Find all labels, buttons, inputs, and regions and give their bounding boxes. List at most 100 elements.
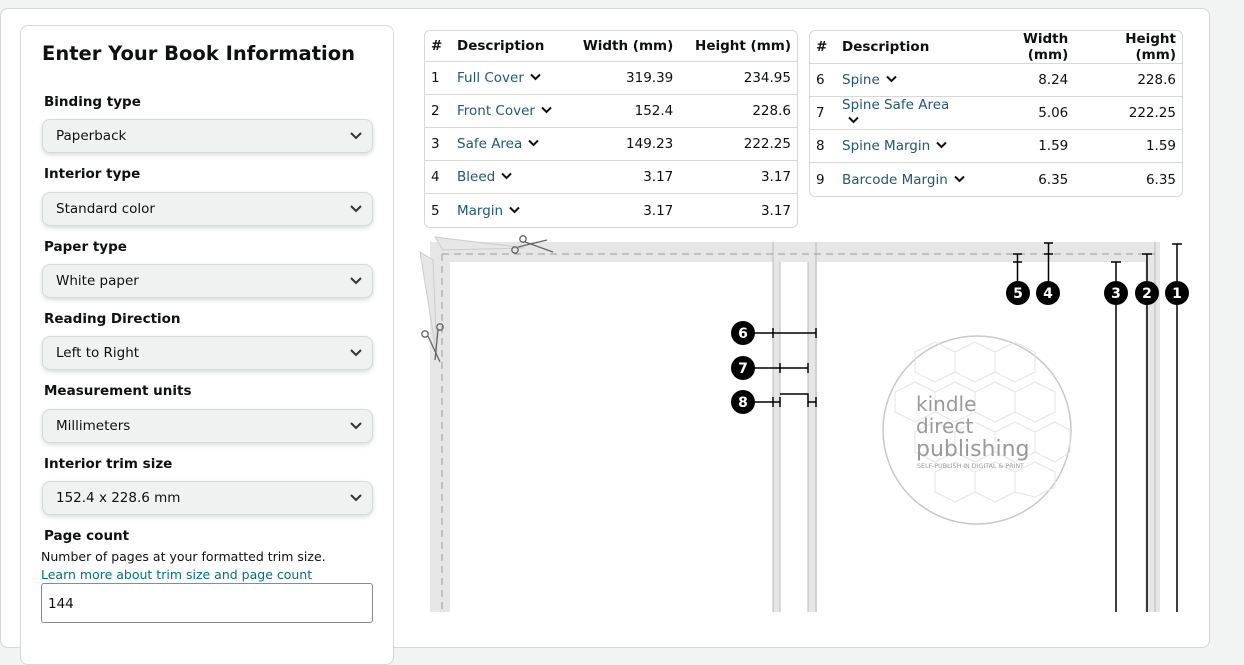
row-width: 3.17 [567, 161, 680, 194]
col-num-header: # [425, 31, 451, 62]
paper-type-label: Paper type [44, 239, 127, 255]
trim-size-label: Interior trim size [44, 456, 173, 472]
chevron-down-icon [886, 75, 897, 83]
row-width: 1.59 [972, 130, 1075, 163]
row-height: 3.17 [679, 161, 797, 194]
row-description-toggle[interactable]: Spine Margin [836, 130, 973, 163]
trim-size-select[interactable]: 152.4 x 228.6 mm [42, 481, 373, 515]
row-height: 1.59 [1074, 130, 1182, 163]
page-count-label: Page count [44, 528, 130, 544]
chevron-down-icon [954, 175, 965, 182]
table-row: 9 Barcode Margin 6.35 6.35 [810, 163, 1182, 196]
col-height-header: Height (mm) [679, 31, 797, 62]
marker-7: 7 [731, 356, 755, 380]
row-num: 2 [425, 95, 451, 128]
row-description: Margin [457, 202, 504, 219]
row-height: 222.25 [679, 128, 797, 161]
row-description: Spine Safe Area [842, 97, 950, 113]
chevron-down-icon [350, 349, 362, 357]
col-width-header: Width (mm) [972, 31, 1075, 64]
cover-template-diagram: 1 2 3 4 5 6 7 8 kindle direct publishing… [419, 235, 1189, 612]
row-description-toggle[interactable]: Front Cover [451, 95, 568, 128]
logo-tagline: SELF-PUBLISH IN DIGITAL & PRINT [917, 463, 1024, 470]
chevron-down-icon [501, 172, 512, 180]
marker-4: 4 [1036, 281, 1060, 305]
row-description-toggle[interactable]: Bleed [451, 161, 568, 194]
logo-line-2: direct [916, 414, 973, 438]
measurement-units-select[interactable]: Millimeters [42, 409, 373, 443]
binding-type-label: Binding type [44, 94, 141, 110]
page-count-help: Number of pages at your formatted trim s… [41, 549, 326, 564]
col-width-header: Width (mm) [567, 31, 680, 62]
chevron-down-icon [350, 422, 362, 430]
table-row: 4 Bleed 3.17 3.17 [425, 161, 797, 194]
table-row: 1 Full Cover 319.39 234.95 [425, 62, 797, 95]
row-description-toggle[interactable]: Safe Area [451, 128, 568, 161]
row-height: 234.95 [679, 62, 797, 95]
trim-size-help-link[interactable]: Learn more about trim size and page coun… [41, 567, 312, 582]
table-row: 2 Front Cover 152.4 228.6 [425, 95, 797, 128]
binding-type-select[interactable]: Paperback [42, 119, 373, 153]
table-row: 8 Spine Margin 1.59 1.59 [810, 130, 1182, 163]
measurement-units-value: Millimeters [56, 418, 131, 434]
svg-text:8: 8 [738, 395, 748, 411]
chevron-down-icon [350, 494, 362, 502]
interior-type-label: Interior type [44, 166, 141, 182]
spine [780, 262, 808, 612]
chevron-down-icon [530, 73, 541, 81]
row-width: 152.4 [567, 95, 680, 128]
chevron-down-icon [936, 141, 947, 149]
row-description: Safe Area [457, 136, 523, 152]
reading-direction-label: Reading Direction [44, 311, 181, 327]
row-description: Spine [842, 72, 880, 88]
row-num: 3 [425, 128, 451, 161]
svg-text:3: 3 [1111, 286, 1121, 302]
kdp-logo-placeholder: kindle direct publishing SELF-PUBLISH IN… [882, 335, 1072, 525]
reading-direction-select[interactable]: Left to Right [42, 336, 373, 370]
row-width: 149.23 [567, 128, 680, 161]
measurement-units-label: Measurement units [44, 383, 192, 399]
row-height: 228.6 [679, 95, 797, 128]
dimensions-table-left: # Description Width (mm) Height (mm) 1 F… [424, 30, 798, 228]
row-height: 6.35 [1145, 171, 1176, 188]
row-num: 5 [431, 202, 440, 219]
logo-line-1: kindle [916, 392, 976, 416]
chevron-down-icon [848, 116, 859, 124]
chevron-down-icon [350, 277, 362, 285]
paper-type-select[interactable]: White paper [42, 264, 373, 298]
row-num: 9 [816, 171, 825, 188]
svg-text:1: 1 [1172, 286, 1182, 302]
svg-text:7: 7 [738, 361, 748, 377]
row-height: 222.25 [1074, 97, 1182, 130]
col-desc-header: Description [836, 31, 973, 64]
dimensions-table-right: # Description Width (mm) Height (mm) 6 S… [809, 30, 1183, 197]
marker-5: 5 [1006, 281, 1030, 305]
panel-title: Enter Your Book Information [42, 42, 355, 65]
table-header-row: # Description Width (mm) Height (mm) [425, 31, 797, 62]
row-num: 8 [810, 130, 836, 163]
svg-text:2: 2 [1142, 286, 1152, 302]
binding-type-value: Paperback [56, 128, 127, 144]
table-row: 3 Safe Area 149.23 222.25 [425, 128, 797, 161]
row-description-toggle[interactable]: Margin [451, 194, 568, 227]
table-header-row: # Description Width (mm) Height (mm) [810, 31, 1182, 64]
page-count-input[interactable]: 144 [41, 583, 373, 623]
trim-size-value: 152.4 x 228.6 mm [56, 490, 181, 506]
chevron-down-icon [350, 132, 362, 140]
row-description-toggle[interactable]: Spine Safe Area [836, 97, 973, 130]
interior-type-value: Standard color [56, 201, 155, 217]
row-width: 319.39 [567, 62, 680, 95]
table-row: 6 Spine 8.24 228.6 [810, 64, 1182, 97]
marker-2: 2 [1135, 281, 1159, 305]
interior-type-select[interactable]: Standard color [42, 192, 373, 226]
paper-type-value: White paper [56, 273, 139, 289]
table-row: 5 Margin 3.17 3.17 [425, 194, 797, 227]
table-row: 7 Spine Safe Area 5.06 222.25 [810, 97, 1182, 130]
row-description-toggle[interactable]: Full Cover [451, 62, 568, 95]
marker-1: 1 [1165, 281, 1189, 305]
svg-text:5: 5 [1013, 286, 1023, 302]
row-description-toggle[interactable]: Spine [836, 64, 973, 97]
row-description-toggle[interactable]: Barcode Margin [836, 163, 972, 196]
row-description: Full Cover [457, 70, 524, 86]
marker-6: 6 [731, 321, 755, 345]
